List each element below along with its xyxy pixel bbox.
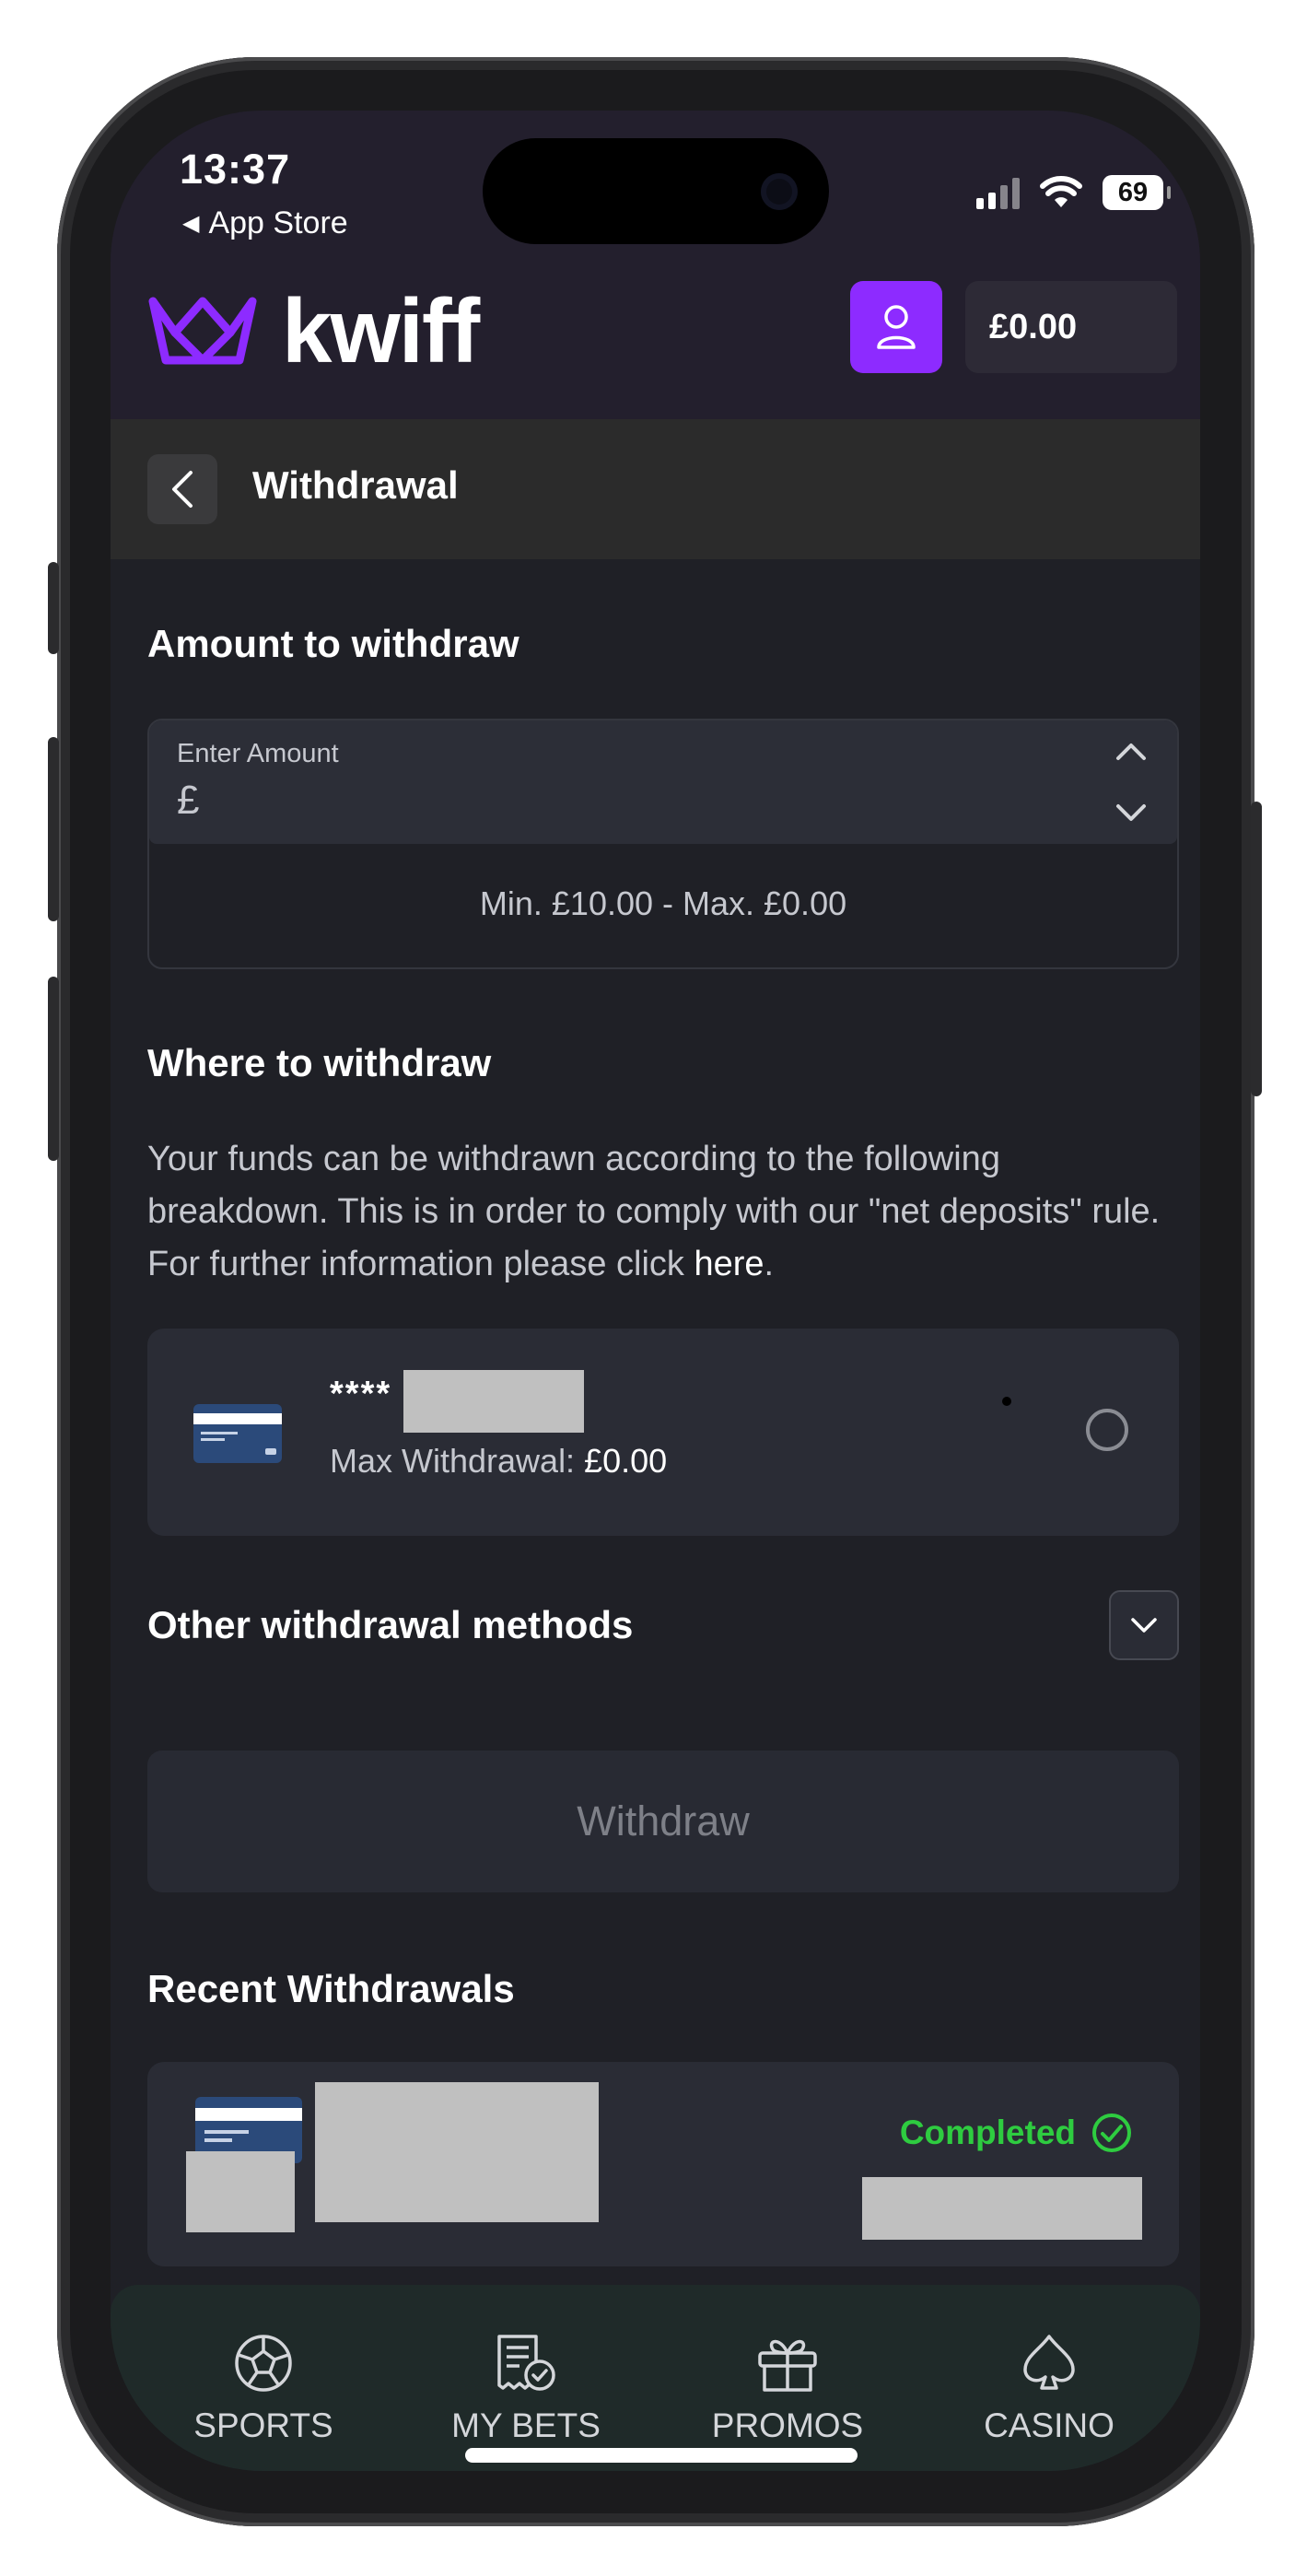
top-header: 13:37 ◀ App Store 69 kwiff £0.00	[111, 111, 1200, 419]
tab-promos[interactable]: PROMOS	[677, 2331, 898, 2445]
page-header: Withdrawal	[111, 419, 1200, 559]
spade-icon	[1021, 2331, 1077, 2395]
home-indicator[interactable]	[465, 2448, 858, 2463]
tab-casino[interactable]: CASINO	[939, 2331, 1160, 2445]
account-button[interactable]	[850, 281, 942, 373]
battery-indicator: 69	[1103, 175, 1171, 210]
status-icons: 69	[976, 175, 1171, 210]
redacted-card-image	[186, 2151, 295, 2232]
recent-withdrawals-title: Recent Withdrawals	[147, 1967, 515, 2010]
withdraw-button[interactable]: Withdraw	[147, 1751, 1179, 1892]
gift-icon	[756, 2331, 819, 2395]
expand-other-methods-button[interactable]	[1109, 1590, 1179, 1660]
check-circle-icon	[1092, 2113, 1131, 2152]
side-button-power	[1251, 802, 1262, 1096]
where-description: Your funds can be withdrawn according to…	[147, 1133, 1188, 1291]
chevron-down-icon	[1131, 1618, 1157, 1633]
redacted-withdrawal-details	[315, 2082, 599, 2222]
currency-symbol: £	[177, 778, 200, 823]
logo-text: kwiff	[282, 280, 480, 381]
crown-logo-icon	[148, 297, 257, 365]
amount-input[interactable]: Enter Amount £	[149, 720, 1177, 844]
credit-card-icon	[193, 1404, 282, 1468]
other-methods-toggle[interactable]: Other withdrawal methods	[147, 1590, 1179, 1662]
where-description-text: Your funds can be withdrawn according to…	[147, 1140, 1161, 1283]
back-app-label: App Store	[208, 205, 348, 240]
tab-label: SPORTS	[193, 2406, 333, 2444]
side-button-volume-down	[48, 977, 59, 1161]
amount-field-container: Enter Amount £ Min. £10.00 - Max. £0.00	[147, 719, 1179, 969]
wifi-icon	[1040, 176, 1082, 207]
cellular-signal-icon	[976, 176, 1020, 209]
amount-stepper[interactable]	[1113, 741, 1149, 824]
user-icon	[877, 305, 916, 349]
tab-label: PROMOS	[711, 2406, 864, 2444]
amount-input-label: Enter Amount	[177, 739, 339, 768]
info-link[interactable]: here	[694, 1245, 764, 1283]
bottom-tab-bar: SPORTS MY BETS PROMOS CASINO	[111, 2285, 1200, 2471]
card-radio-button[interactable]	[1086, 1409, 1128, 1451]
back-triangle-icon: ◀	[182, 211, 200, 236]
max-withdrawal-info: Max Withdrawal: £0.00	[330, 1442, 667, 1481]
amount-section-title: Amount to withdraw	[147, 622, 519, 665]
balance-display[interactable]: £0.00	[965, 281, 1177, 373]
chevron-up-icon[interactable]	[1115, 741, 1147, 761]
side-button-volume-up	[48, 737, 59, 921]
tab-sports[interactable]: SPORTS	[153, 2331, 374, 2445]
other-methods-title: Other withdrawal methods	[147, 1603, 634, 1646]
chevron-down-icon[interactable]	[1115, 803, 1147, 824]
max-withdrawal-label: Max Withdrawal:	[330, 1442, 576, 1480]
saved-card-option[interactable]: **** Max Withdrawal: £0.00	[147, 1329, 1179, 1536]
back-button[interactable]	[147, 454, 217, 524]
description-suffix: .	[764, 1245, 775, 1283]
app-screen: 13:37 ◀ App Store 69 kwiff £0.00 Withdra…	[111, 111, 1200, 2471]
recent-withdrawal-item[interactable]: Completed	[147, 2062, 1179, 2266]
soccer-ball-icon	[233, 2331, 294, 2395]
max-withdrawal-value: £0.00	[584, 1442, 668, 1480]
status-time: 13:37	[180, 146, 291, 193]
side-button-action	[48, 562, 59, 654]
redacted-withdrawal-amount	[862, 2177, 1142, 2240]
indicator-dot	[1002, 1397, 1011, 1406]
status-completed: Completed	[900, 2112, 1133, 2154]
page-title: Withdrawal	[252, 463, 459, 507]
where-section-title: Where to withdraw	[147, 1041, 492, 1084]
withdraw-limits: Min. £10.00 - Max. £0.00	[479, 884, 847, 922]
kwiff-logo[interactable]: kwiff	[147, 280, 480, 381]
dynamic-island	[483, 138, 829, 244]
tab-label: MY BETS	[451, 2406, 601, 2444]
status-label: Completed	[899, 2113, 1076, 2151]
tab-label: CASINO	[984, 2406, 1114, 2444]
card-masked-number: ****	[330, 1375, 392, 1413]
back-to-app-link[interactable]: ◀ App Store	[147, 205, 348, 241]
chevron-left-icon	[172, 471, 193, 508]
tab-my-bets[interactable]: MY BETS	[415, 2331, 636, 2445]
redacted-card-number	[403, 1370, 584, 1433]
bet-slip-icon	[494, 2331, 558, 2395]
